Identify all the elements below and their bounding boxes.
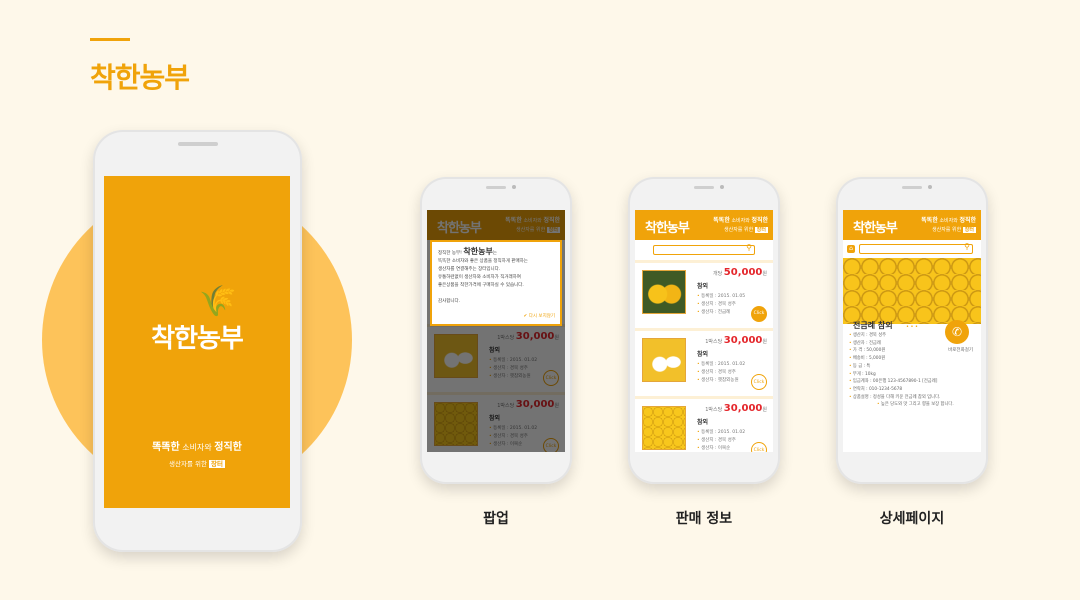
item-info-line: 생산자 : 햇참외농원 (697, 377, 745, 385)
list-item[interactable]: 1박스당 30,000원 참외 등록일 : 2015. 01.02생산지 : 경… (635, 396, 773, 452)
detail-screen: 착한농부 똑똑한 소비자와 정직한 생산자를 위한 장터 ⌂ ⚲ • • • 전금례… (843, 210, 981, 452)
phone-camera (512, 185, 516, 189)
popup-text: 똑똑한 소비자와 좋은 상품을 정직하게 판매하는 (438, 259, 528, 264)
list-item[interactable]: 개당 50,000원 참외 등록일 : 2015. 01.05생산지 : 경북 … (635, 260, 773, 328)
header-logo[interactable]: 착한농부 (645, 217, 690, 236)
caption-list: 판매 정보 (675, 511, 733, 527)
title-accent-bar (90, 38, 130, 41)
item-info-line: 생산지 : 경북 성주 (697, 369, 745, 377)
home-icon[interactable]: ⌂ (847, 245, 855, 253)
detail-line: 무게 : 10kg (849, 371, 954, 379)
detail-line: 입금계좌 : 00은행 123-4567890-1 [전금례] (849, 378, 954, 386)
phone-popup: 착한농부똑똑한 소비자와 정직한생산자를 위한 장터 1박스당 30,000원 … (420, 177, 572, 484)
header-slogan: 똑똑한 소비자와 정직한생산자를 위한 장터 (713, 217, 768, 233)
item-price: 1박스당 30,000원 (705, 403, 767, 414)
item-name: 참외 (697, 419, 709, 426)
detail-line: 상품설명 : 정성을 다해 키운 전금례 참외 입니다. (849, 394, 954, 402)
phone-detail: 착한농부 똑똑한 소비자와 정직한 생산자를 위한 장터 ⌂ ⚲ • • • 전금례… (836, 177, 988, 484)
item-name: 참외 (697, 351, 709, 358)
click-button[interactable]: Click (751, 442, 767, 452)
dont-show-again-checkbox[interactable]: ✔ 다시 보지않기 (524, 313, 555, 321)
app-header: 착한농부 똑똑한 소비자와 정직한 생산자를 위한 장터 (843, 210, 981, 240)
product-details: 생산지 : 경북 성주생산자 : 전금례가 격 : 50,000원배송비 : 5… (849, 332, 954, 409)
splash-screen: 🌾 착한농부 똑똑한 소비자와 정직한 생산자를 위한 장터 (104, 176, 290, 508)
item-info-line: 등록일 : 2015. 01.02 (697, 429, 745, 437)
wheat-icon: 🌾 (199, 284, 237, 319)
item-info: 등록일 : 2015. 01.02생산지 : 경북 성주생산자 : 햇참외농원 (697, 361, 745, 385)
product-thumbnail[interactable] (642, 406, 686, 450)
popup-thanks: 감사합니다. (438, 299, 461, 304)
header-slogan: 똑똑한 소비자와 정직한생산자를 위한 장터 (921, 217, 976, 233)
item-info: 등록일 : 2015. 01.05생산지 : 경북 성주생산자 : 전금례 (697, 293, 745, 317)
phone-speaker (177, 142, 218, 146)
product-name: 전금례 참외 (853, 321, 893, 330)
click-button[interactable]: Click (751, 306, 767, 322)
phone-speaker (902, 186, 922, 189)
popup-text: 유통하련없이 생산자와 소비자가 직거래하여 (438, 275, 521, 280)
search-icon[interactable]: ⚲ (964, 242, 970, 251)
search-bar: ⌂ ⚲ (843, 240, 981, 258)
phone-camera (928, 185, 932, 189)
phone-camera (720, 185, 724, 189)
detail-line: 가 격 : 50,000원 (849, 347, 954, 355)
splash-logo: 착한농부 (151, 324, 244, 354)
item-info-line: 등록일 : 2015. 01.05 (697, 293, 745, 301)
phone-list: 착한농부 똑똑한 소비자와 정직한 생산자를 위한 장터 ⚲ 개당 50,000원 참… (628, 177, 780, 484)
header-logo[interactable]: 착한농부 (853, 217, 898, 236)
popup-dialog: 정직한 농부! 착한농부는 똑똑한 소비자와 좋은 상품을 정직하게 판매하는 생… (430, 240, 562, 326)
click-button[interactable]: Click (751, 374, 767, 390)
popup-text: 생산자를 연결해주는 장터입니다. (438, 267, 501, 272)
search-input[interactable]: ⚲ (859, 242, 973, 254)
item-info: 등록일 : 2015. 01.02생산지 : 경북 성주생산자 : 이복순 (697, 429, 745, 452)
detail-line: 생산자 : 전금례 (849, 340, 954, 348)
app-header: 착한농부 똑똑한 소비자와 정직한생산자를 위한 장터 (635, 210, 773, 240)
phone-speaker (694, 186, 714, 189)
search-icon[interactable]: ⚲ (746, 243, 752, 252)
splash-subslogan: 생산자를 위한 장터 (169, 460, 225, 468)
detail-line: 높은 당도와 맛 그리고 향을 보장 합니다. (849, 401, 954, 409)
detail-line: 생산지 : 경북 성주 (849, 332, 954, 340)
list-screen: 착한농부 똑똑한 소비자와 정직한 생산자를 위한 장터 ⚲ 개당 50,000원 참… (635, 210, 773, 452)
item-price: 개당 50,000원 (713, 267, 767, 278)
page-title: 착한농부 (90, 61, 190, 94)
item-price: 1박스당 30,000원 (705, 335, 767, 346)
item-info-line: 생산자 : 이복순 (697, 445, 745, 452)
product-thumbnail[interactable] (642, 338, 686, 382)
phone-splash: 🌾 착한농부 똑똑한 소비자와 정직한 생산자를 위한 장터 (93, 130, 302, 552)
detail-line: 연락처 : 010-1234-5678 (849, 386, 954, 394)
search-input[interactable]: ⚲ (653, 243, 755, 255)
popup-screen: 착한농부똑똑한 소비자와 정직한생산자를 위한 장터 1박스당 30,000원 … (427, 210, 565, 452)
detail-line: 등 급 : 특 (849, 363, 954, 371)
splash-slogan: 똑똑한 소비자와 정직한 (152, 442, 242, 453)
list-item[interactable]: 1박스당 30,000원 참외 등록일 : 2015. 01.02생산지 : 경… (635, 328, 773, 396)
item-info-line: 생산지 : 경북 성주 (697, 437, 745, 445)
product-photo[interactable] (843, 258, 981, 324)
caption-detail: 상세페이지 (879, 511, 945, 527)
item-info-line: 생산자 : 전금례 (697, 309, 745, 317)
phone-speaker (486, 186, 506, 189)
item-info-line: 등록일 : 2015. 01.02 (697, 361, 745, 369)
detail-line: 배송비 : 5,000원 (849, 355, 954, 363)
caption-popup: 팝업 (483, 511, 509, 527)
popup-text: 좋은상품을 착한가격에 구매하실 수 있습니다. (438, 283, 524, 288)
product-thumbnail[interactable] (642, 270, 686, 314)
item-name: 참외 (697, 283, 709, 290)
item-info-line: 생산지 : 경북 성주 (697, 301, 745, 309)
